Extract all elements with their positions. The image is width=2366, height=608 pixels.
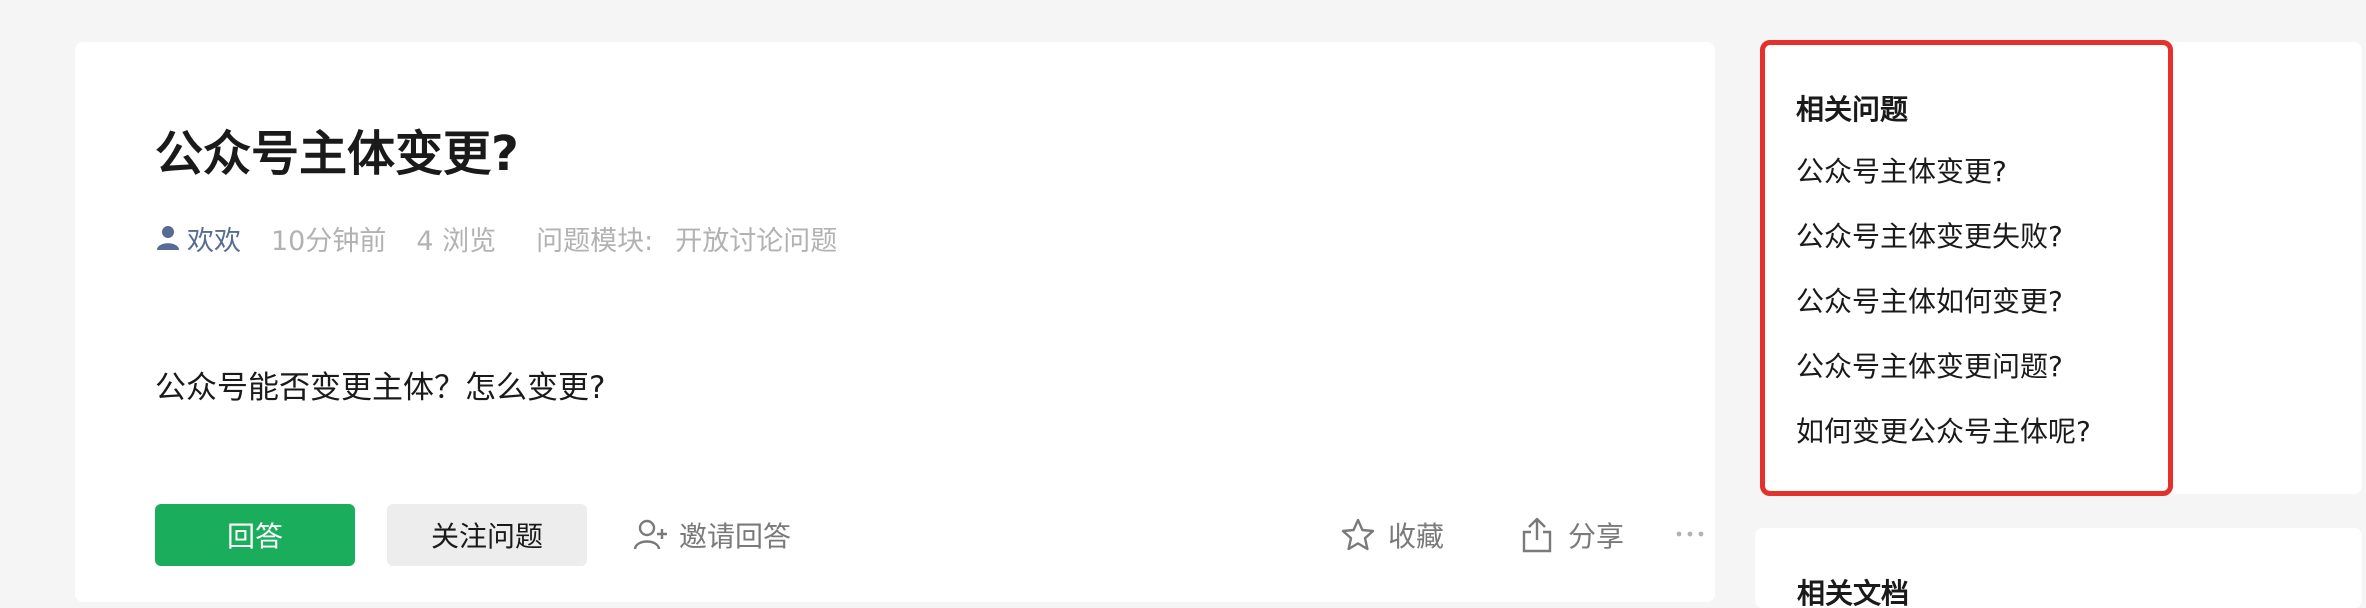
invite-answer-button[interactable]: 邀请回答 (633, 504, 791, 566)
star-icon (1341, 518, 1375, 551)
collect-label: 收藏 (1388, 520, 1445, 553)
post-time: 10分钟前 (271, 225, 387, 257)
related-docs-card: 相关文档 (1755, 528, 2362, 608)
question-title: 公众号主体变更? (155, 126, 519, 182)
author-name: 欢欢 (187, 225, 241, 257)
action-bar: 回答 关注问题 邀请回答 收藏 分享 (155, 504, 1715, 566)
related-question-item[interactable]: 公众号主体变更? (1796, 152, 2091, 217)
related-question-item[interactable]: 公众号主体变更问题? (1796, 347, 2091, 412)
invite-answer-label: 邀请回答 (679, 520, 792, 553)
view-count: 4 浏览 (416, 225, 497, 257)
more-dots-icon[interactable] (1675, 524, 1705, 544)
user-icon (157, 226, 179, 250)
module-value[interactable]: 开放讨论问题 (675, 219, 837, 258)
follow-question-button[interactable]: 关注问题 (387, 504, 587, 566)
related-question-item[interactable]: 公众号主体如何变更? (1796, 282, 2091, 347)
related-questions-list: 公众号主体变更? 公众号主体变更失败? 公众号主体如何变更? 公众号主体变更问题… (1796, 152, 2091, 477)
related-question-item[interactable]: 如何变更公众号主体呢? (1796, 412, 2091, 477)
share-button[interactable]: 分享 (1520, 504, 1624, 566)
question-body: 公众号能否变更主体？怎么变更? (155, 370, 606, 406)
invite-user-icon (633, 519, 667, 550)
related-question-item[interactable]: 公众号主体变更失败? (1796, 217, 2091, 282)
related-docs-title: 相关文档 (1797, 577, 1910, 608)
share-label: 分享 (1568, 520, 1625, 553)
module-label: 问题模块: (536, 225, 654, 257)
question-meta: 欢欢 10分钟前 4 浏览 问题模块: 开放讨论问题 (155, 218, 837, 258)
answer-button[interactable]: 回答 (155, 504, 355, 566)
question-card: 公众号主体变更? 欢欢 10分钟前 4 浏览 问题模块: 开放讨论问题 公众号能… (75, 42, 1715, 602)
share-icon (1522, 517, 1552, 553)
related-questions-title: 相关问题 (1796, 93, 1909, 126)
author-link[interactable]: 欢欢 (155, 219, 241, 258)
collect-button[interactable]: 收藏 (1340, 504, 1444, 566)
